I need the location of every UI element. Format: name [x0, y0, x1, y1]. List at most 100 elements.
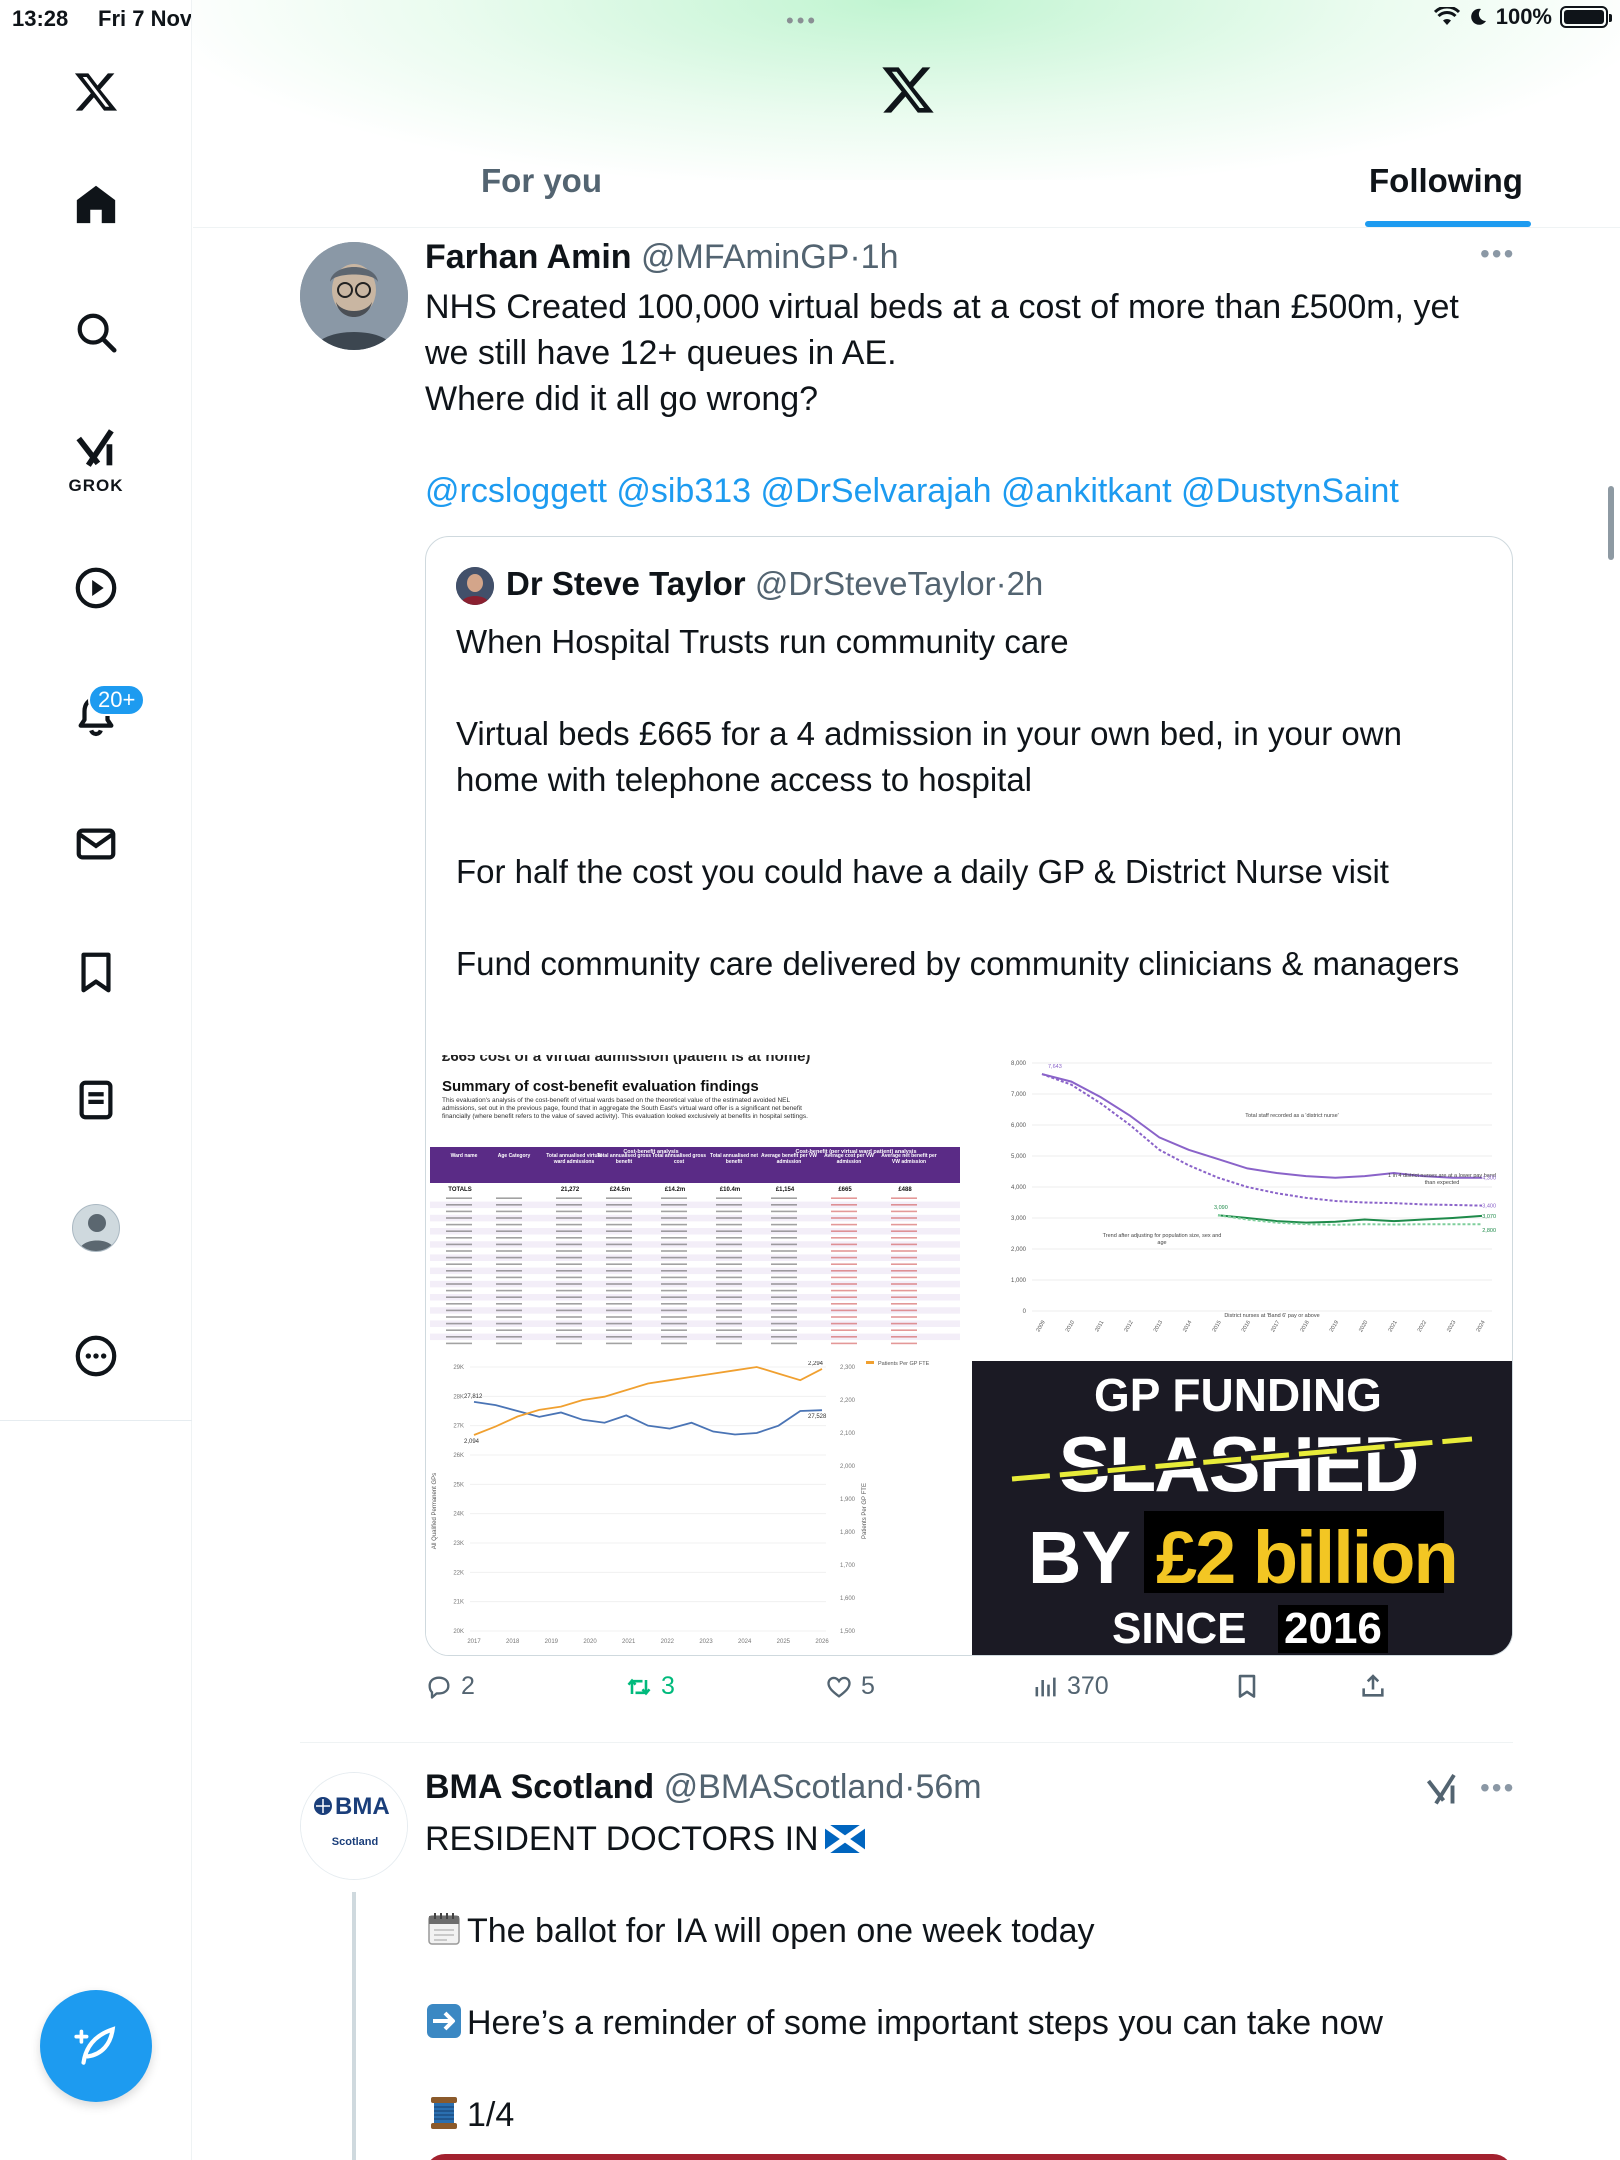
media-funding-graphic[interactable]: GP FUNDING SLASHED BY £2 billion SINCE 2…	[972, 1361, 1512, 1655]
author-handle[interactable]: @MFAminGP	[641, 238, 849, 276]
quote-avatar	[456, 567, 494, 605]
tweet-mentions[interactable]: @rcsloggett @sib313 @DrSelvarajah @ankit…	[425, 468, 1525, 514]
table-row-cell	[891, 1303, 917, 1305]
tweet-more-icon[interactable]: •••	[1480, 238, 1515, 270]
media-gp-chart-image[interactable]: 29K 28K 27K 26K 25K 24K 23K 22K 21K 20K 2,300 2,200…	[426, 1361, 966, 1655]
chart-y2-tick: 2,000	[840, 1464, 856, 1470]
table-row-cell	[771, 1197, 797, 1199]
legend-swatch	[866, 1361, 874, 1364]
grok-explain-icon[interactable]	[1424, 1772, 1460, 1808]
like-count: 5	[861, 1672, 875, 1700]
dot-separator: ·	[904, 1768, 916, 1806]
reply-button[interactable]: 2	[425, 1672, 475, 1701]
table-row-cell	[496, 1223, 522, 1226]
like-button[interactable]: 5	[825, 1672, 875, 1701]
calendar-emoji-icon	[428, 1913, 460, 1945]
tweet-line-text: 1/4	[467, 2096, 515, 2134]
tab-for-you[interactable]: For you	[481, 162, 602, 200]
more-icon[interactable]	[66, 1326, 126, 1386]
x-logo-header-icon[interactable]	[880, 62, 936, 118]
chart-x-tick: 2025	[777, 1639, 791, 1645]
table-row-cell	[606, 1283, 632, 1285]
chart-x-tick: 2022	[661, 1639, 675, 1645]
table-row-cell	[446, 1276, 472, 1279]
tweet-more-icon[interactable]: •••	[1480, 1772, 1515, 1804]
table-row-cell	[771, 1237, 797, 1239]
grok-icon[interactable]	[66, 420, 126, 480]
table-row-cell	[661, 1283, 687, 1285]
table-row-cell	[496, 1342, 522, 1345]
table-row-cell	[556, 1197, 582, 1199]
table-row-cell	[556, 1210, 582, 1213]
table-row-cell	[771, 1204, 797, 1206]
scrollbar[interactable]	[1608, 486, 1614, 560]
table-header-cell: Average benefit per VW admission	[761, 1153, 817, 1165]
video-icon[interactable]	[66, 558, 126, 618]
table-row-cell	[831, 1276, 857, 1279]
table-row-cell	[716, 1204, 742, 1206]
lists-icon[interactable]	[66, 1070, 126, 1130]
tweet-author[interactable]: BMA Scotland @BMAScotland·56m	[425, 1768, 982, 1807]
dot-separator: ·	[849, 238, 861, 276]
table-row-cell	[606, 1336, 632, 1338]
profile-avatar[interactable]	[72, 1204, 120, 1252]
bookmarks-icon[interactable]	[66, 942, 126, 1002]
author-handle[interactable]: @BMAScotland	[664, 1768, 905, 1806]
table-row-cell	[556, 1276, 582, 1279]
messages-icon[interactable]	[66, 814, 126, 874]
tweet-time[interactable]: 1h	[861, 238, 899, 276]
tweet-line: 1/4	[425, 2092, 1525, 2138]
table-row-cell	[446, 1303, 472, 1305]
chart-y-tick: 24K	[453, 1512, 464, 1518]
repost-button[interactable]: 3	[625, 1672, 675, 1701]
chart-y-label: All Qualified Permanent GPs	[432, 1473, 438, 1549]
table-row-cell	[891, 1243, 917, 1246]
table-row-cell	[716, 1322, 742, 1325]
tweet-time[interactable]: 56m	[915, 1768, 981, 1806]
compose-button[interactable]	[40, 1990, 152, 2102]
media-line-chart-image[interactable]: 8,000 7,000 6,000 5,000 4,000 3,000 2,000 1,000…	[972, 1055, 1512, 1355]
next-media-card[interactable]	[425, 2154, 1513, 2160]
quote-tweet-card[interactable]: Dr Steve Taylor @DrSteveTaylor·2h When H…	[425, 536, 1513, 1656]
chart-y2-tick: 2,100	[840, 1431, 856, 1437]
table-row-cell	[771, 1316, 797, 1318]
chart-x-tick: 2023	[699, 1639, 713, 1645]
table-row-cell	[891, 1329, 917, 1331]
x-logo-icon[interactable]	[66, 62, 126, 122]
funding-line-4: £2 billion	[1156, 1516, 1457, 1599]
search-icon[interactable]	[66, 302, 126, 362]
tab-following[interactable]: Following	[1369, 162, 1523, 200]
chart-y-tick: 27K	[453, 1424, 464, 1430]
table-row-cell	[496, 1336, 522, 1338]
views-button[interactable]: 370	[1031, 1672, 1109, 1701]
tweet-author[interactable]: Farhan Amin @MFAminGP·1h	[425, 238, 898, 277]
share-button[interactable]	[1359, 1672, 1387, 1700]
bookmark-button[interactable]	[1233, 1672, 1261, 1700]
multitask-dots-icon[interactable]: •••	[786, 8, 818, 34]
sidebar: GROK 20+	[0, 0, 192, 2160]
media-table-image[interactable]: £665 cost of a virtual admission (patien…	[426, 1055, 966, 1355]
tweet-body: NHS Created 100,000 virtual beds at a co…	[425, 284, 1525, 514]
author-name[interactable]: BMA Scotland	[425, 1768, 654, 1806]
table-row-cell	[661, 1197, 687, 1199]
table-row-cell	[446, 1263, 472, 1265]
table-row-cell	[661, 1263, 687, 1265]
table-row-cell	[891, 1230, 917, 1232]
table-row-cell	[606, 1243, 632, 1246]
tweet-avatar-bma[interactable]: BMA Scotland	[300, 1772, 408, 1880]
table-row-cell	[716, 1256, 742, 1259]
thread-spool-emoji-icon	[431, 2097, 457, 2129]
table-row-cell	[716, 1270, 742, 1272]
table-group-header: Cost-benefit analysis	[623, 1149, 678, 1155]
table-header-cell: Total annualised virtual ward admissions	[546, 1153, 601, 1165]
tweet-avatar[interactable]	[300, 242, 408, 350]
chart-x-tick: 2024	[738, 1639, 752, 1645]
author-name[interactable]: Farhan Amin	[425, 238, 632, 276]
chart-y-tick: 28K	[453, 1394, 464, 1400]
table-row-cell	[606, 1223, 632, 1226]
home-icon[interactable]	[66, 174, 126, 234]
table-row-cell	[556, 1217, 582, 1219]
chart-value-label: 27,528	[808, 1414, 827, 1420]
table-row-cell	[831, 1210, 857, 1213]
table-row-cell	[606, 1342, 632, 1345]
